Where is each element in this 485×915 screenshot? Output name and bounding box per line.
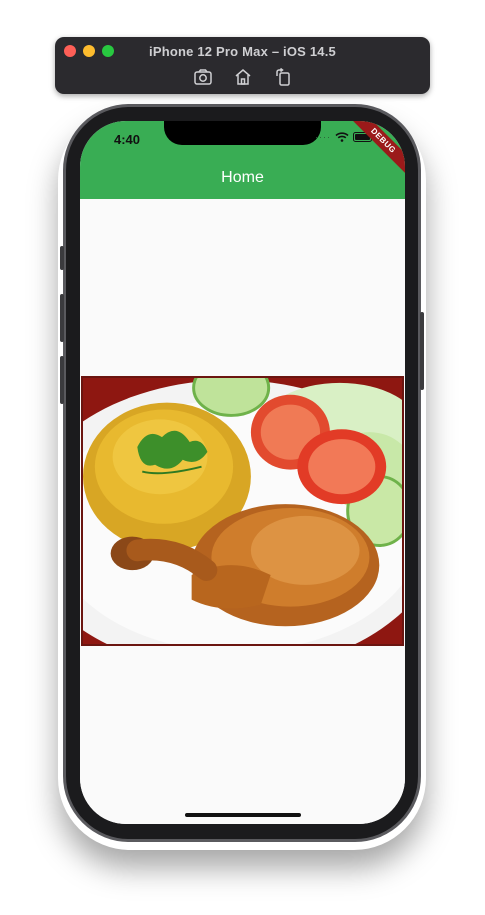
food-image [81, 376, 404, 646]
device-screen: 4:40 ···· Home DEBUG [80, 121, 405, 824]
page-title: Home [221, 169, 264, 186]
simulator-title: iPhone 12 Pro Max – iOS 14.5 [149, 44, 336, 59]
home-indicator[interactable] [185, 813, 301, 817]
screenshot-icon[interactable] [192, 66, 214, 88]
signal-icon: ···· [315, 132, 331, 142]
wifi-icon [335, 132, 349, 142]
mute-switch [60, 246, 64, 270]
notch [164, 121, 321, 145]
simulator-toolbar: iPhone 12 Pro Max – iOS 14.5 [55, 37, 430, 94]
power-button [420, 312, 424, 390]
food-photo [83, 378, 402, 644]
rotate-icon[interactable] [272, 66, 294, 88]
status-time: 4:40 [114, 132, 141, 147]
simulator-actions [55, 66, 430, 88]
volume-up-button [60, 294, 64, 342]
volume-down-button [60, 356, 64, 404]
home-icon[interactable] [232, 66, 254, 88]
app-bar: 4:40 ···· Home DEBUG [80, 121, 405, 199]
